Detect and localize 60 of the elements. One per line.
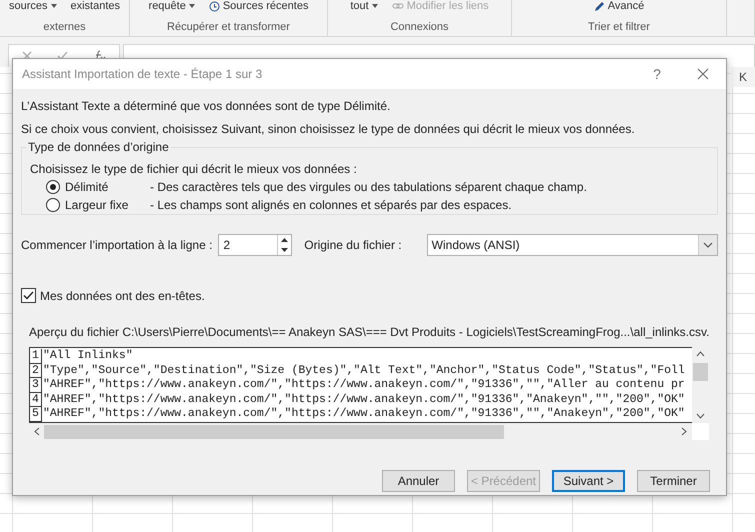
help-button[interactable]: ?: [634, 66, 680, 82]
column-header: K: [731, 67, 755, 87]
radio-label[interactable]: Délimité: [65, 180, 150, 194]
preview-line: "Type","Source","Destination","Size (Bytes)","Alt Text","Anchor","Status Code","Status","Foll: [43, 364, 685, 378]
radio-button[interactable]: [46, 198, 60, 212]
caret-icon: [188, 4, 195, 8]
group-prompt: Choisissez le type de fichier qui décrit le mieux vos données :: [30, 161, 358, 178]
option-description: - Les champs sont alignés en colonnes et séparés par des espaces.: [150, 198, 512, 212]
origin-label: Origine du fichier :: [304, 238, 402, 252]
ribbon-command[interactable]: existantes: [70, 0, 120, 12]
dialog-button[interactable]: Suivant >: [552, 470, 625, 492]
up-arrow-icon[interactable]: [281, 238, 288, 242]
clock-icon: [208, 0, 220, 12]
preview-line: "AHREF","https://www.anakeyn.com/","https://www.anakeyn.com/","91336","Anakeyn","","200","OK": [43, 392, 685, 408]
dialog-button[interactable]: Terminer: [637, 470, 710, 492]
start-row-label: Commencer l’importation à la ligne :: [21, 238, 212, 252]
ribbon-command[interactable]: sources: [8, 0, 56, 12]
ribbon-command[interactable]: requête: [148, 0, 195, 12]
caret-icon: [372, 4, 378, 8]
ribbon-command[interactable]: Avancé: [594, 0, 644, 12]
ribbon-command[interactable]: Sources récentes: [208, 0, 308, 12]
preview-label: Aperçu du fichier C:\Users\Pierre\Documents\== Anakeyn SAS\=== Dvt Produits - Logiciels\TestScreamingFrog...\all_inlinks.csv.: [29, 325, 710, 339]
dialog-title: Assistant Importation de texte - Étape 1 sur 3: [22, 67, 264, 81]
ribbon-command[interactable]: tout: [350, 0, 378, 12]
scroll-thumb[interactable]: [44, 424, 504, 438]
dialog-button[interactable]: Annuler: [382, 470, 455, 492]
chevron-up-icon[interactable]: [696, 351, 705, 357]
line-number: 1: [30, 349, 42, 364]
line-number: 3: [30, 378, 42, 393]
group-label: Trier et filtrer: [588, 21, 650, 33]
group-label: externes: [43, 21, 86, 33]
check-icon[interactable]: [57, 51, 68, 61]
start-row-spinner[interactable]: 2: [218, 234, 292, 256]
preview-line: "All Inlinks": [43, 349, 133, 364]
group-label: Connexions: [390, 21, 449, 33]
line-number: 4: [30, 392, 42, 408]
line-number: 2: [30, 364, 42, 378]
option-description: - Des caractères tels que des virgules ou des tabulations séparent chaque champ.: [150, 180, 587, 194]
preview-line: "AHREF","https://www.anakeyn.com/","https://www.anakeyn.com/","91336","","Aller au contenu pr: [43, 378, 685, 393]
radio-label[interactable]: Largeur fixe: [65, 198, 150, 212]
scroll-thumb[interactable]: [693, 363, 708, 381]
down-arrow-icon[interactable]: [281, 248, 288, 252]
chevron-down-icon[interactable]: [696, 413, 705, 419]
intro-text: Si ce choix vous convient, choisissez Suivant, sinon choisissez le type de données qui décrit le mieux vos données.: [21, 121, 636, 138]
preview-line: "AHREF","https://www.anakeyn.com/","https://www.anakeyn.com/","91336","","Anakeyn","200","OK": [43, 407, 685, 422]
link-icon: [392, 1, 404, 11]
group-label: Récupérer et transformer: [167, 21, 290, 33]
radio-button[interactable]: [46, 180, 60, 194]
checkbox-label[interactable]: Mes données ont des en-têtes.: [40, 288, 205, 302]
caret-icon: [50, 4, 56, 8]
group-title: Type de données d’origine: [26, 140, 171, 154]
line-number: 5: [30, 407, 42, 422]
origin-dropdown[interactable]: Windows (ANSI): [426, 234, 718, 256]
chevron-left-icon[interactable]: [34, 427, 40, 436]
intro-text: L’Assistant Texte a déterminé que vos données sont de type Délimité.: [21, 98, 392, 115]
checkbox[interactable]: [21, 288, 36, 303]
pencil-icon: [594, 0, 605, 12]
horizontal-scrollbar[interactable]: [29, 423, 692, 440]
chevron-right-icon[interactable]: [681, 427, 687, 436]
chevron-down-icon: [703, 242, 713, 248]
